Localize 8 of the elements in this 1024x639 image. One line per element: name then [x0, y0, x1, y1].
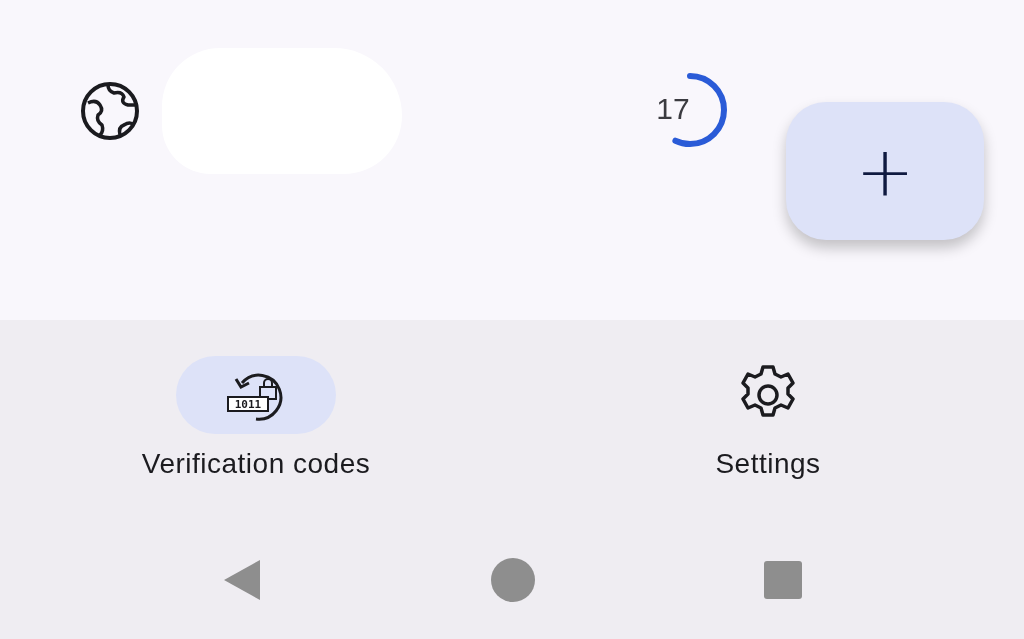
- home-icon[interactable]: [490, 556, 536, 603]
- globe-icon: [80, 81, 140, 141]
- countdown-seconds: 17: [655, 92, 691, 126]
- back-icon[interactable]: [222, 557, 262, 602]
- nav-item[interactable]: 1011 Verification codes: [0, 320, 512, 520]
- nav-item[interactable]: Settings: [512, 320, 1024, 520]
- add-button[interactable]: +: [786, 102, 984, 240]
- recents-icon[interactable]: [764, 560, 802, 599]
